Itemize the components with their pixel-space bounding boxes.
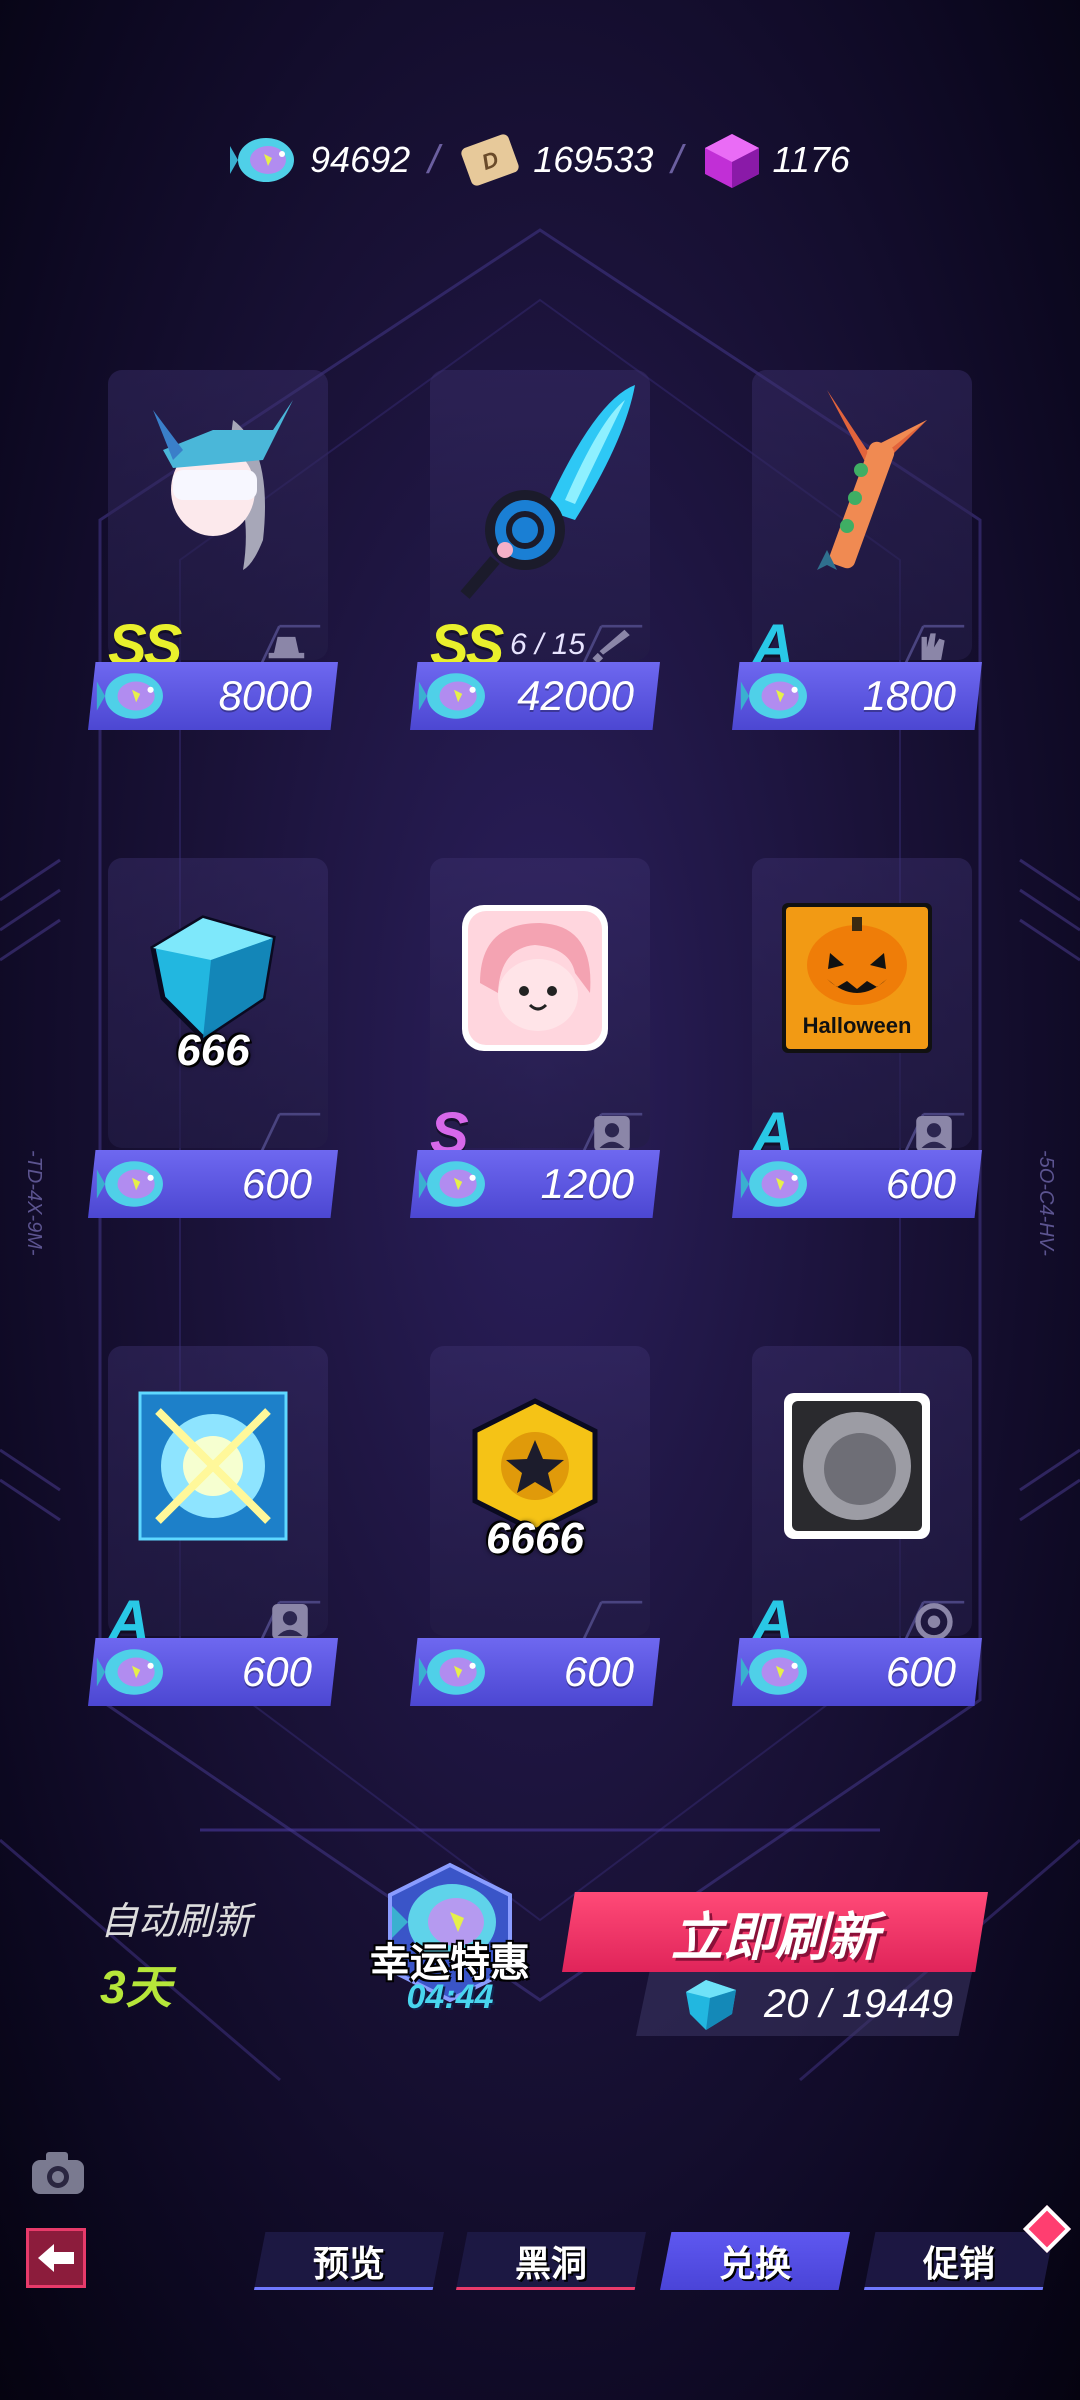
- item-art: [410, 878, 660, 1078]
- refresh-cost: 20 / 19449: [636, 1972, 972, 2036]
- separator: /: [428, 137, 440, 182]
- star-coin-item[interactable]: 6666 600: [410, 1346, 660, 1716]
- price-value: 600: [241, 1160, 312, 1207]
- fish-coin-icon: [740, 1161, 807, 1207]
- glove-icon: [904, 624, 965, 665]
- item-art: [732, 390, 982, 590]
- fish-coin-icon: [740, 1649, 807, 1695]
- tab-blackhole-label: 黑洞: [514, 2243, 587, 2284]
- halloween-avatar-item[interactable]: Halloween A 600: [732, 858, 982, 1228]
- side-code-right: -5O-C4-HV-: [1035, 1150, 1057, 1256]
- gem-bundle-item[interactable]: 666 600: [88, 858, 338, 1228]
- currency-bar: 94692 / D 169533 / 1176: [0, 120, 1080, 200]
- auto-refresh-label: 自动刷新: [100, 1901, 253, 1943]
- grey-sphere-icon: [784, 1393, 930, 1539]
- price-button[interactable]: 600: [88, 1638, 338, 1706]
- currency-fish: 94692: [230, 130, 410, 190]
- a-axe-item[interactable]: A 1800: [732, 370, 982, 740]
- price-button[interactable]: 8000: [88, 662, 338, 730]
- price-value: 600: [563, 1648, 634, 1695]
- pumpkin-avatar-icon: Halloween: [782, 903, 932, 1053]
- tab-promotion-label: 促销: [922, 2243, 995, 2284]
- sphere-item[interactable]: A 600: [732, 1346, 982, 1716]
- fish-coin-icon: [418, 673, 485, 719]
- fish-coin-icon: [96, 673, 163, 719]
- price-button[interactable]: 600: [410, 1638, 660, 1706]
- axe-art-icon: [817, 390, 927, 570]
- refresh-now-button[interactable]: 立即刷新: [562, 1892, 988, 1972]
- currency-ticket-value: 169533: [533, 139, 654, 180]
- stock-count: 6 / 15: [510, 628, 586, 661]
- item-art: Halloween: [732, 878, 982, 1078]
- slash-divider-icon: [260, 1112, 321, 1153]
- ss-sword-item[interactable]: SS 6 / 15 42000: [410, 370, 660, 740]
- currency-fish-value: 94692: [310, 139, 411, 180]
- sword-icon: [582, 624, 643, 665]
- separator: /: [671, 137, 683, 182]
- price-button[interactable]: 1800: [732, 662, 982, 730]
- item-art: [410, 385, 660, 599]
- currency-cube: 1176: [701, 130, 850, 190]
- fish-coin-icon: [740, 673, 807, 719]
- price-value: 600: [885, 1160, 956, 1207]
- currency-ticket: D 169533: [457, 130, 653, 190]
- tab-exchange[interactable]: 兑换: [660, 2232, 850, 2290]
- price-value: 600: [885, 1648, 956, 1695]
- lucky-deal-timer: 04:44: [406, 1978, 494, 2016]
- auto-refresh-days: 3天: [100, 1961, 172, 2013]
- arrow-left-icon: [38, 2244, 74, 2272]
- item-quantity: 6666: [486, 1514, 584, 1563]
- ss-helmet-item[interactable]: SS 8000: [88, 370, 338, 740]
- price-value: 8000: [218, 672, 312, 719]
- price-button[interactable]: 42000: [410, 662, 660, 730]
- pink-avatar-item[interactable]: S 1200: [410, 858, 660, 1228]
- glow-frame-item[interactable]: A 600: [88, 1346, 338, 1716]
- avatar-icon: [582, 1112, 643, 1153]
- d-ticket-icon: D: [461, 134, 519, 186]
- price-button[interactable]: 600: [732, 1638, 982, 1706]
- item-quantity: 666: [176, 1026, 250, 1075]
- fish-coin-icon: [418, 1161, 485, 1207]
- item-art: [732, 1366, 982, 1566]
- target-icon: [904, 1600, 965, 1641]
- fish-coin-icon: [96, 1161, 163, 1207]
- price-button[interactable]: 600: [732, 1150, 982, 1218]
- purple-cube-icon: [704, 134, 759, 188]
- price-value: 600: [241, 1648, 312, 1695]
- back-button[interactable]: [26, 2228, 86, 2288]
- glow-frame-avatar-icon: [138, 1391, 288, 1541]
- avatar-icon: [260, 1600, 321, 1641]
- currency-cube-value: 1176: [772, 139, 850, 180]
- fish-coin-icon: [230, 138, 295, 182]
- item-art: [88, 390, 338, 590]
- halloween-text: Halloween: [803, 1013, 912, 1038]
- avatar-icon: [904, 1112, 965, 1153]
- price-value: 1200: [540, 1160, 634, 1207]
- tab-preview-label: 预览: [312, 2243, 385, 2284]
- tab-exchange-label: 兑换: [718, 2243, 791, 2284]
- blue-gem-icon: [686, 1980, 736, 2030]
- price-button[interactable]: 1200: [410, 1150, 660, 1218]
- price-button[interactable]: 600: [88, 1150, 338, 1218]
- price-value: 42000: [517, 672, 634, 719]
- pink-character-avatar-icon: [462, 905, 608, 1051]
- fish-coin-icon: [96, 1649, 163, 1695]
- hat-icon: [260, 624, 321, 665]
- tab-preview[interactable]: 预览: [254, 2232, 444, 2290]
- slash-divider-icon: [582, 1600, 643, 1641]
- item-art: [88, 1366, 338, 1566]
- refresh-cost-value: 20 / 19449: [764, 1981, 954, 2026]
- auto-refresh: 自动刷新 3天: [100, 1890, 252, 2017]
- lucky-deal[interactable]: 幸运特惠 04:44: [340, 1860, 560, 2030]
- helmet-art-icon: [153, 400, 293, 570]
- fish-coin-icon: [418, 1649, 485, 1695]
- sword-art-icon: [460, 385, 635, 599]
- tab-blackhole[interactable]: 黑洞: [456, 2232, 646, 2290]
- price-value: 1800: [862, 672, 956, 719]
- side-code-left: -TD-4X-9M-: [23, 1150, 45, 1256]
- tab-promotion[interactable]: 促销: [864, 2232, 1054, 2290]
- camera-icon[interactable]: [28, 2148, 88, 2198]
